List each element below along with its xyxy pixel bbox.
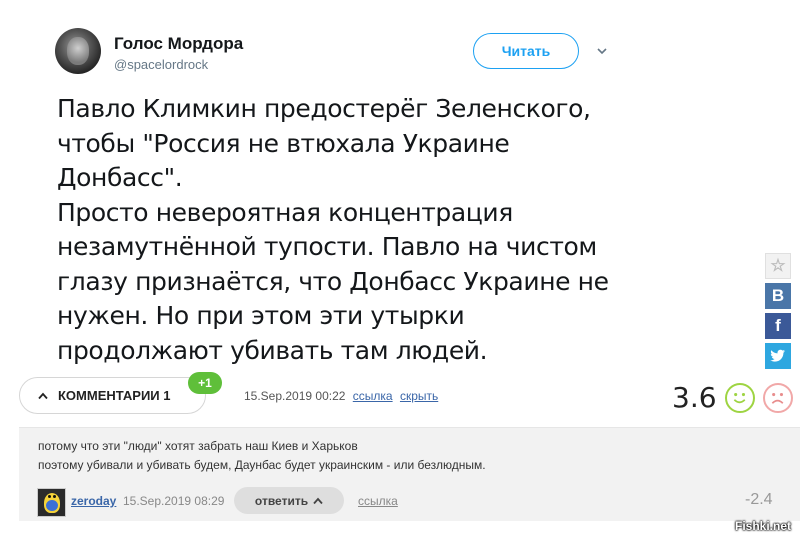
author-handle[interactable]: @spacelordrock xyxy=(114,57,208,72)
bird-icon xyxy=(770,349,785,362)
post-date: 15.Sep.2019 00:22 xyxy=(244,389,346,403)
tweet-text: Павло Климкин предостерёг Зеленского, чт… xyxy=(57,94,609,365)
comment-item: потому что эти "люди" хотят забрать наш … xyxy=(19,427,800,521)
comments-toggle-button[interactable]: КОММЕНТАРИИ 1 xyxy=(19,377,206,414)
reply-label: ответить xyxy=(254,493,309,508)
comment-score: -2.4 xyxy=(745,491,773,508)
comment-text: потому что эти "люди" хотят забрать наш … xyxy=(38,439,486,472)
favorite-star-icon[interactable]: ☆ xyxy=(765,253,791,279)
reply-button[interactable]: ответить xyxy=(234,487,344,514)
comment-date: 15.Sep.2019 08:29 xyxy=(123,494,225,508)
smile-bad-icon[interactable] xyxy=(763,383,793,413)
commenter-avatar[interactable] xyxy=(37,488,66,517)
twitter-share-icon[interactable] xyxy=(765,343,791,369)
post-meta: 15.Sep.2019 00:22 ссылка скрыть xyxy=(244,389,438,403)
chevron-up-icon xyxy=(38,392,48,399)
share-sidebar: ☆ В f xyxy=(765,253,791,373)
facebook-share-icon[interactable]: f xyxy=(765,313,791,339)
post-rating: 3.6 xyxy=(672,381,717,414)
author-name[interactable]: Голос Мордора xyxy=(114,34,243,54)
hide-link[interactable]: скрыть xyxy=(400,389,438,403)
author-avatar[interactable] xyxy=(55,28,101,74)
site-watermark: Fishki.net xyxy=(735,519,792,533)
comments-label: КОММЕНТАРИИ 1 xyxy=(58,388,171,403)
commenter-username[interactable]: zeroday xyxy=(71,494,116,508)
chevron-up-icon xyxy=(313,497,323,504)
new-comments-badge: +1 xyxy=(188,372,222,394)
follow-button[interactable]: Читать xyxy=(473,33,579,69)
embedded-tweet: Голос Мордора @spacelordrock Читать Павл… xyxy=(40,18,640,368)
vk-share-icon[interactable]: В xyxy=(765,283,791,309)
comment-link[interactable]: ссылка xyxy=(358,494,398,508)
smile-good-icon[interactable] xyxy=(725,383,755,413)
chevron-down-icon[interactable] xyxy=(597,46,607,56)
post-link[interactable]: ссылка xyxy=(353,389,393,403)
